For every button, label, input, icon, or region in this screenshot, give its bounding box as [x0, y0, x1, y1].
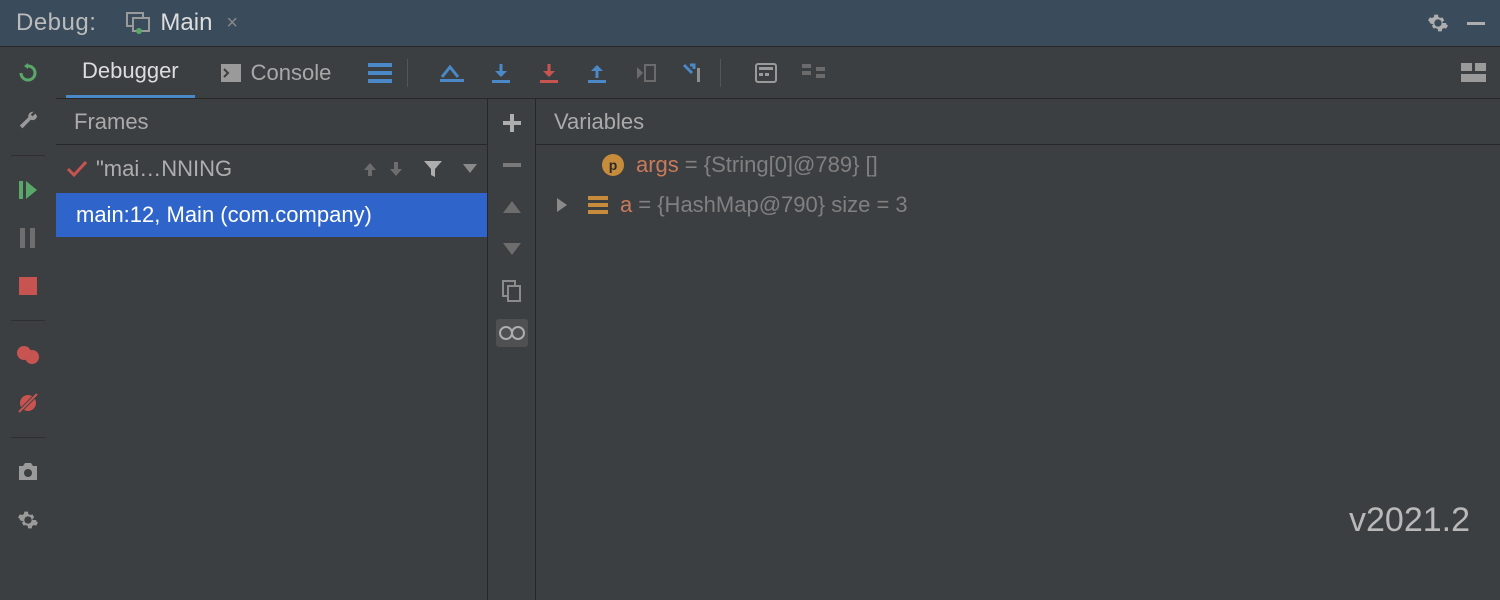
rerun-icon[interactable] [10, 55, 46, 91]
chevron-right-icon[interactable] [556, 198, 576, 212]
pause-icon[interactable] [10, 220, 46, 256]
frames-heading: Frames [56, 99, 487, 145]
thread-selector[interactable]: "mai…NNING [56, 145, 487, 193]
version-label: v2021.2 [1349, 501, 1470, 540]
new-watch-icon[interactable] [498, 109, 526, 137]
console-icon [221, 64, 241, 82]
variable-row-a[interactable]: a = {HashMap@790} size = 3 [536, 185, 1500, 225]
variables-toolbar [488, 99, 536, 600]
separator [407, 59, 408, 87]
window-stack-icon [126, 12, 152, 34]
run-config-tab[interactable]: Main × [126, 9, 238, 37]
step-into-icon[interactable] [534, 58, 564, 88]
filter-icon[interactable] [423, 160, 443, 178]
view-breakpoints-icon[interactable] [10, 337, 46, 373]
stop-icon[interactable] [10, 268, 46, 304]
variable-value: = {String[0]@789} [] [685, 152, 878, 178]
layout-settings-icon[interactable] [1456, 55, 1492, 91]
variables-heading: Variables [536, 99, 1500, 145]
object-icon [588, 196, 608, 214]
parameter-badge-icon: p [602, 154, 624, 176]
console-label: Console [251, 60, 332, 86]
move-down-icon[interactable] [498, 235, 526, 263]
variable-row-args[interactable]: p args = {String[0]@789} [] [536, 145, 1500, 185]
tab-debugger[interactable]: Debugger [66, 47, 195, 98]
run-to-cursor-icon[interactable] [678, 58, 708, 88]
thread-label: "mai…NNING [96, 156, 232, 182]
threads-list-icon[interactable] [365, 58, 395, 88]
toolwindow-header: Debug: Main × [0, 0, 1500, 46]
step-over-icon[interactable] [486, 58, 516, 88]
checkmark-icon [66, 160, 88, 178]
close-icon[interactable]: × [226, 12, 238, 35]
run-config-label: Main [160, 9, 212, 37]
camera-icon[interactable] [10, 454, 46, 490]
wrench-icon[interactable] [10, 103, 46, 139]
trace-current-stream-chain-icon[interactable] [799, 58, 829, 88]
show-watches-icon[interactable] [496, 319, 528, 347]
arrow-down-icon[interactable] [387, 160, 405, 178]
evaluate-expression-icon[interactable] [751, 58, 781, 88]
mute-breakpoints-icon[interactable] [10, 385, 46, 421]
panel-title: Debug: [16, 9, 96, 37]
variable-name: args [636, 152, 679, 178]
chevron-down-icon[interactable] [463, 164, 477, 174]
duplicate-watch-icon[interactable] [498, 277, 526, 305]
stack-frame-row[interactable]: main:12, Main (com.company) [56, 193, 487, 237]
show-execution-point-icon[interactable] [438, 58, 468, 88]
debug-tabbar: Debugger Console [56, 47, 1500, 99]
arrow-up-icon[interactable] [361, 160, 379, 178]
gear-icon[interactable] [1424, 9, 1452, 37]
separator [720, 59, 721, 87]
tab-console[interactable]: Console [205, 47, 348, 98]
drop-frame-icon[interactable] [630, 58, 660, 88]
frame-label: main:12, Main (com.company) [76, 202, 372, 228]
frames-panel: Frames "mai…NNING main:12, Main (com.com… [56, 99, 488, 600]
debug-action-gutter [0, 46, 56, 600]
remove-watch-icon[interactable] [498, 151, 526, 179]
minimize-icon[interactable] [1462, 9, 1490, 37]
variable-name: a [620, 192, 632, 218]
settings-gear-icon[interactable] [10, 502, 46, 538]
resume-icon[interactable] [10, 172, 46, 208]
move-up-icon[interactable] [498, 193, 526, 221]
step-out-icon[interactable] [582, 58, 612, 88]
variable-value: = {HashMap@790} size = 3 [638, 192, 907, 218]
